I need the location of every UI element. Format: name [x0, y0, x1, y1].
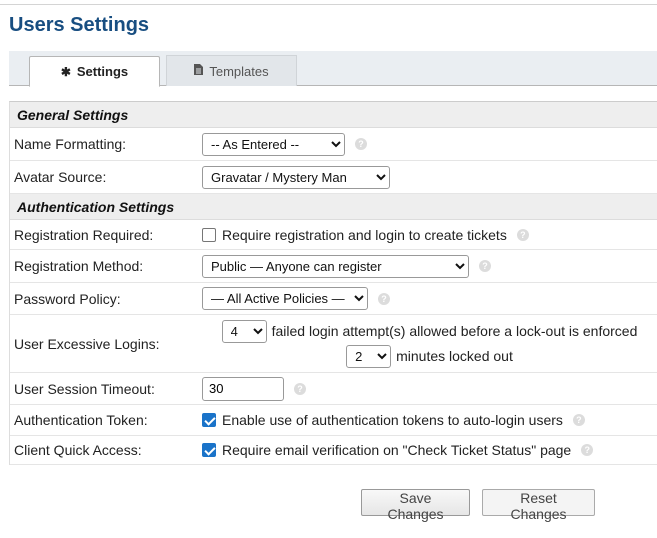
row-auth-token: Authentication Token: Enable use of auth… [10, 405, 657, 436]
quick-access-checkbox[interactable] [202, 443, 216, 457]
session-timeout-input[interactable] [202, 376, 284, 401]
row-excessive-logins: User Excessive Logins: 4 failed login at… [10, 315, 657, 373]
tab-templates-label: Templates [209, 63, 269, 79]
login-attempts-text: failed login attempt(s) allowed before a… [271, 323, 638, 339]
avatar-source-select[interactable]: Gravatar / Mystery Man [202, 165, 390, 189]
row-avatar-source: Avatar Source: Gravatar / Mystery Man [10, 161, 657, 194]
registration-required-text: Require registration and login to create… [222, 226, 507, 243]
quick-access-label: Client Quick Access: [14, 442, 142, 458]
auth-token-text: Enable use of authentication tokens to a… [222, 412, 563, 428]
top-divider [0, 4, 657, 5]
password-policy-select[interactable]: — All Active Policies — [202, 287, 368, 310]
quick-access-text: Require email verification on "Check Tic… [222, 442, 572, 458]
help-icon[interactable]: ? [572, 414, 585, 426]
file-icon [194, 64, 204, 78]
row-password-policy: Password Policy: — All Active Policies —… [10, 283, 657, 315]
excessive-logins-label: User Excessive Logins: [14, 335, 160, 352]
auth-token-checkbox[interactable] [202, 413, 216, 427]
registration-required-label: Registration Required: [14, 226, 154, 243]
help-icon[interactable]: ? [294, 382, 306, 395]
help-icon[interactable]: ? [581, 444, 594, 456]
save-changes-button[interactable]: Save Changes [361, 489, 470, 522]
tab-bar: ✱ Settings Templates [9, 51, 657, 87]
registration-required-checkbox[interactable] [202, 227, 216, 242]
help-icon[interactable]: ? [355, 138, 367, 150]
password-policy-label: Password Policy: [14, 290, 121, 307]
row-session-timeout: User Session Timeout: ? [10, 373, 657, 405]
help-icon[interactable]: ? [516, 228, 529, 241]
row-registration-method: Registration Method: Public — Anyone can… [10, 250, 657, 283]
registration-method-label: Registration Method: [14, 258, 144, 274]
row-quick-access: Client Quick Access: Require email verif… [10, 436, 657, 465]
tab-templates[interactable]: Templates [166, 55, 297, 86]
tab-settings-label: Settings [76, 64, 129, 79]
section-general: General Settings [10, 102, 657, 128]
reset-changes-button[interactable]: Reset Changes [482, 489, 595, 522]
settings-form: General Settings Name Formatting: -- As … [9, 101, 657, 465]
help-icon[interactable]: ? [479, 260, 491, 272]
row-name-formatting: Name Formatting: -- As Entered -- ? [10, 128, 657, 161]
help-icon[interactable]: ? [378, 292, 390, 305]
section-authentication: Authentication Settings [10, 194, 657, 220]
avatar-source-label: Avatar Source: [14, 169, 107, 185]
login-attempts-select[interactable]: 4 [221, 319, 267, 343]
name-formatting-label: Name Formatting: [14, 136, 127, 152]
lockout-minutes-select[interactable]: 2 [346, 344, 392, 368]
session-timeout-label: User Session Timeout: [14, 380, 155, 397]
row-registration-required: Registration Required: Require registrat… [10, 220, 657, 250]
page-title: Users Settings [9, 14, 150, 36]
auth-token-label: Authentication Token: [14, 412, 148, 428]
lockout-minutes-text: minutes locked out [396, 348, 513, 364]
registration-method-select[interactable]: Public — Anyone can register [202, 254, 469, 278]
tab-settings[interactable]: ✱ Settings [29, 56, 160, 87]
name-formatting-select[interactable]: -- As Entered -- [202, 132, 345, 156]
gear-icon: ✱ [60, 64, 71, 79]
